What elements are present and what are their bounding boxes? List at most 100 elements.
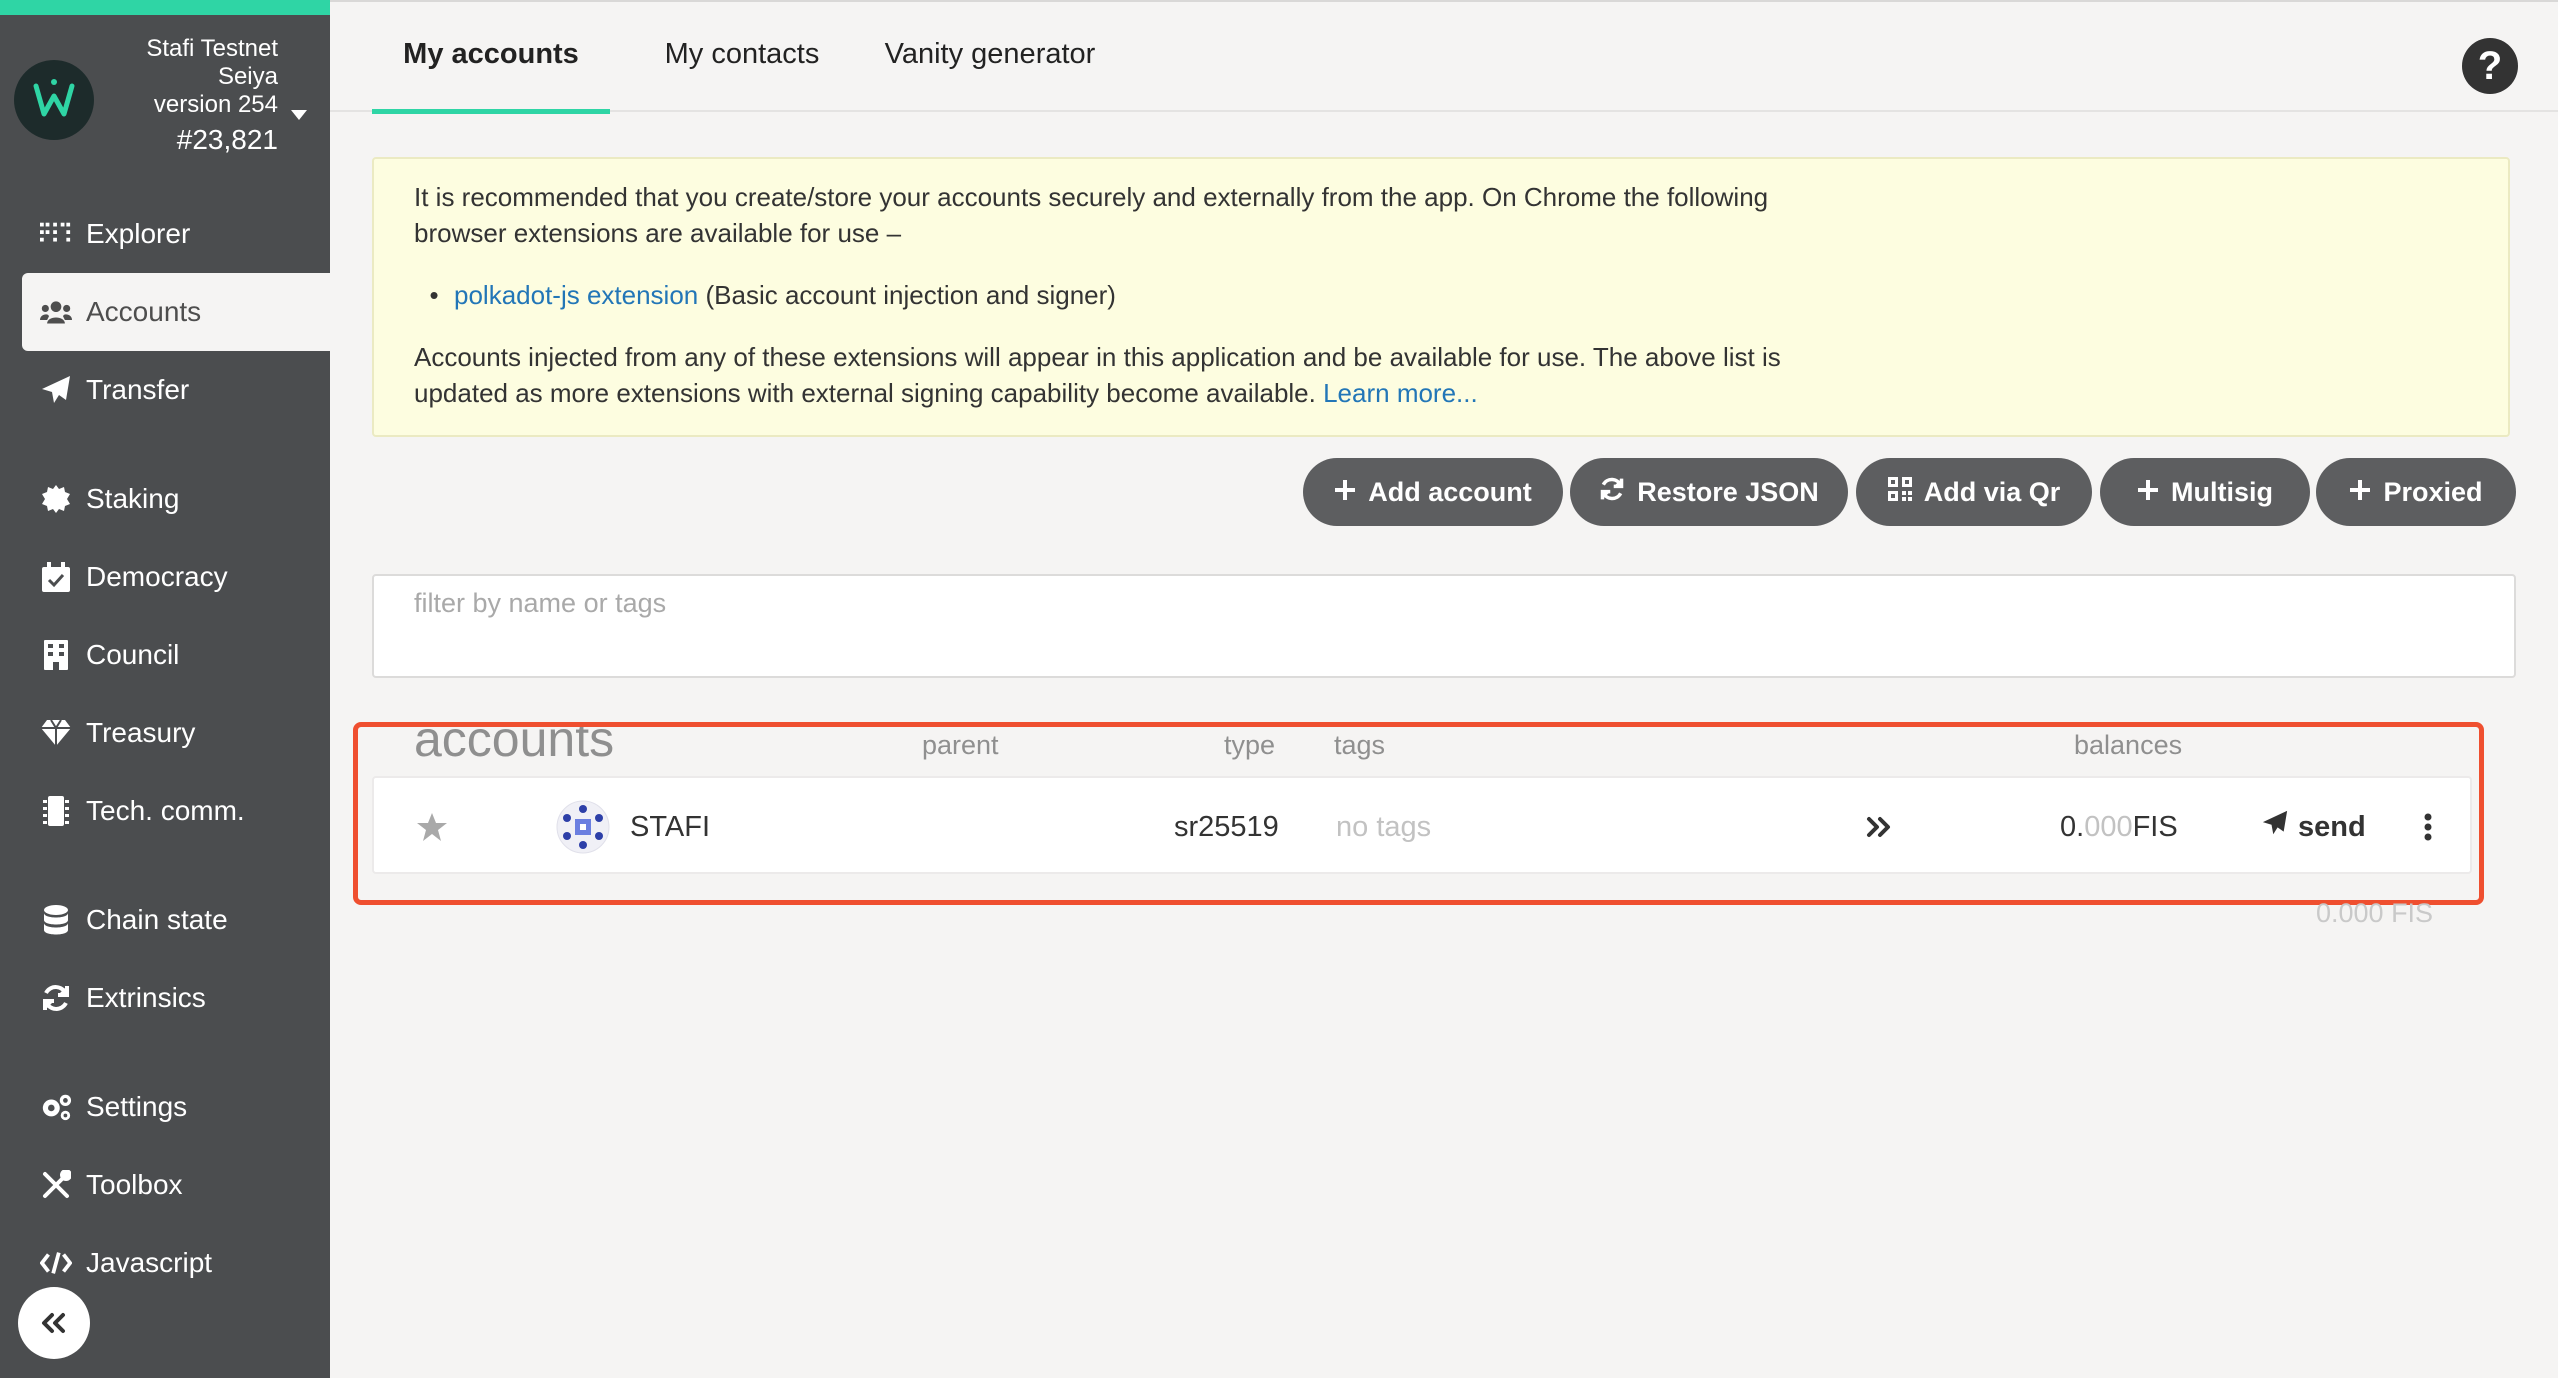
chain-name: Stafi Testnet: [146, 35, 278, 62]
sidebar-item-extrinsics[interactable]: Extrinsics: [22, 959, 330, 1037]
column-header-balances: balances: [2074, 730, 2183, 760]
add-account-button[interactable]: Add account: [1303, 458, 1563, 526]
chain-selector[interactable]: Stafi Testnet Seiya version 254 #23,821: [0, 15, 330, 175]
balance-integer: 0.: [2060, 810, 2085, 843]
users-icon: [40, 296, 72, 328]
send-button[interactable]: send: [2262, 778, 2366, 876]
column-header-parent: parent: [922, 730, 999, 760]
double-chevron-left-icon: [42, 1313, 65, 1333]
identicon-icon[interactable]: [556, 778, 610, 876]
column-header-type: type: [1224, 730, 1276, 760]
chain-block-number: #23,821: [176, 124, 278, 155]
sidebar-item-accounts[interactable]: Accounts: [22, 273, 330, 351]
extension-list: polkadot-js extension (Basic account inj…: [414, 277, 2468, 313]
cogs-icon: [40, 1091, 72, 1123]
proxied-button[interactable]: Proxied: [2316, 458, 2516, 526]
button-label: Multisig: [2171, 476, 2273, 507]
sidebar-item-chain-state[interactable]: Chain state: [22, 881, 330, 959]
column-header-tags: tags: [1334, 730, 1386, 760]
learn-more-link[interactable]: Learn more...: [1323, 378, 1478, 408]
paper-plane-icon: [2262, 810, 2288, 844]
microchip-icon: [40, 795, 72, 827]
sidebar-item-label: Chain state: [86, 904, 228, 935]
account-name[interactable]: STAFI: [630, 778, 710, 876]
sidebar-item-toolbox[interactable]: Toolbox: [22, 1146, 330, 1224]
help-icon[interactable]: ?: [2462, 38, 2518, 94]
chain-version: version 254: [153, 91, 278, 118]
sidebar-item-label: Accounts: [86, 296, 202, 327]
banner-intro-text: It is recommended that you create/store …: [414, 182, 1769, 248]
sidebar-item-label: Staking: [86, 483, 180, 514]
sync-icon: [40, 982, 72, 1014]
sidebar-item-label: Settings: [86, 1091, 188, 1122]
sidebar-item-label: Extrinsics: [86, 982, 206, 1013]
add-via-qr-button[interactable]: Add via Qr: [1856, 458, 2092, 526]
sidebar-item-label: Democracy: [86, 561, 228, 592]
sidebar-item-label: Javascript: [86, 1247, 213, 1278]
sync-icon: [1599, 476, 1625, 509]
polkadot-extension-link[interactable]: polkadot-js extension: [454, 280, 698, 310]
extension-info-banner: It is recommended that you create/store …: [372, 157, 2510, 437]
plus-icon: [2349, 477, 2371, 508]
qrcode-icon: [1887, 476, 1912, 508]
calendar-check-icon: [40, 561, 72, 593]
button-label: Proxied: [2383, 476, 2483, 507]
sidebar-item-label: Explorer: [86, 218, 191, 249]
restore-json-button[interactable]: Restore JSON: [1570, 458, 1848, 526]
tools-icon: [40, 1169, 72, 1201]
sidebar-item-transfer[interactable]: Transfer: [22, 351, 330, 429]
filter-input[interactable]: [414, 588, 2474, 619]
sidebar-item-label: Council: [86, 639, 180, 670]
filter-field[interactable]: [372, 574, 2516, 678]
sidebar-item-treasury[interactable]: Treasury: [22, 694, 330, 772]
list-item: polkadot-js extension (Basic account inj…: [454, 277, 2468, 313]
paper-plane-icon: [40, 374, 72, 406]
account-balance: 0. 000 FIS: [2060, 778, 2178, 876]
chain-runtime: Seiya: [217, 63, 278, 90]
table-row: STAFI sr25519 no tags 0. 000 FIS send: [372, 776, 2472, 874]
account-type: sr25519: [1174, 810, 1279, 843]
favorite-star-icon[interactable]: [416, 778, 448, 876]
send-label: send: [2298, 810, 2366, 843]
account-tags[interactable]: no tags: [1336, 778, 1431, 876]
tab-my-contacts[interactable]: My contacts: [640, 38, 844, 114]
chain-logo-icon: [14, 60, 94, 140]
database-icon: [40, 904, 72, 936]
code-icon: [40, 1247, 72, 1279]
total-balance: 0.000 FIS: [2316, 898, 2434, 928]
sidebar: Stafi Testnet Seiya version 254 #23,821 …: [0, 0, 330, 1378]
balance-unit: FIS: [2132, 810, 2178, 843]
tab-my-accounts[interactable]: My accounts: [372, 38, 610, 114]
plus-icon: [1334, 477, 1356, 508]
extension-description: (Basic account injection and signer): [698, 280, 1116, 310]
sidebar-item-staking[interactable]: Staking: [22, 460, 330, 538]
double-chevron-right-icon[interactable]: [1866, 778, 1892, 876]
sidebar-item-democracy[interactable]: Democracy: [22, 538, 330, 616]
accounts-section-title: accounts: [414, 711, 615, 767]
more-options-icon[interactable]: [2424, 778, 2432, 876]
chain-info-text: Stafi Testnet Seiya version 254 #23,821: [146, 35, 278, 157]
balance-decimals: 000: [2084, 810, 2133, 843]
chevron-down-icon[interactable]: [291, 110, 307, 120]
button-label: Restore JSON: [1637, 476, 1819, 507]
button-label: Add via Qr: [1923, 476, 2061, 507]
sidebar-accent-bar: [0, 0, 330, 15]
sidebar-item-settings[interactable]: Settings: [22, 1068, 330, 1146]
collapse-sidebar-button[interactable]: [18, 1287, 90, 1359]
building-icon: [40, 639, 72, 671]
gem-icon: [40, 717, 72, 749]
accounts-table-header: accounts parent type tags balances: [372, 708, 2472, 768]
sidebar-item-tech-comm[interactable]: Tech. comm.: [22, 772, 330, 850]
multisig-button[interactable]: Multisig: [2100, 458, 2310, 526]
certificate-icon: [40, 483, 72, 515]
button-label: Add account: [1368, 476, 1532, 507]
sidebar-item-label: Toolbox: [86, 1169, 183, 1200]
sidebar-item-label: Transfer: [86, 374, 190, 405]
banner-footer-text: Accounts injected from any of these exte…: [414, 339, 1834, 411]
sidebar-item-label: Tech. comm.: [86, 795, 245, 826]
sidebar-item-council[interactable]: Council: [22, 616, 330, 694]
explorer-grid-icon: [40, 218, 72, 250]
tab-vanity-generator[interactable]: Vanity generator: [870, 38, 1110, 114]
sidebar-item-explorer[interactable]: Explorer: [22, 195, 330, 273]
tab-bar: My accounts My contacts Vanity generator: [330, 0, 2558, 114]
